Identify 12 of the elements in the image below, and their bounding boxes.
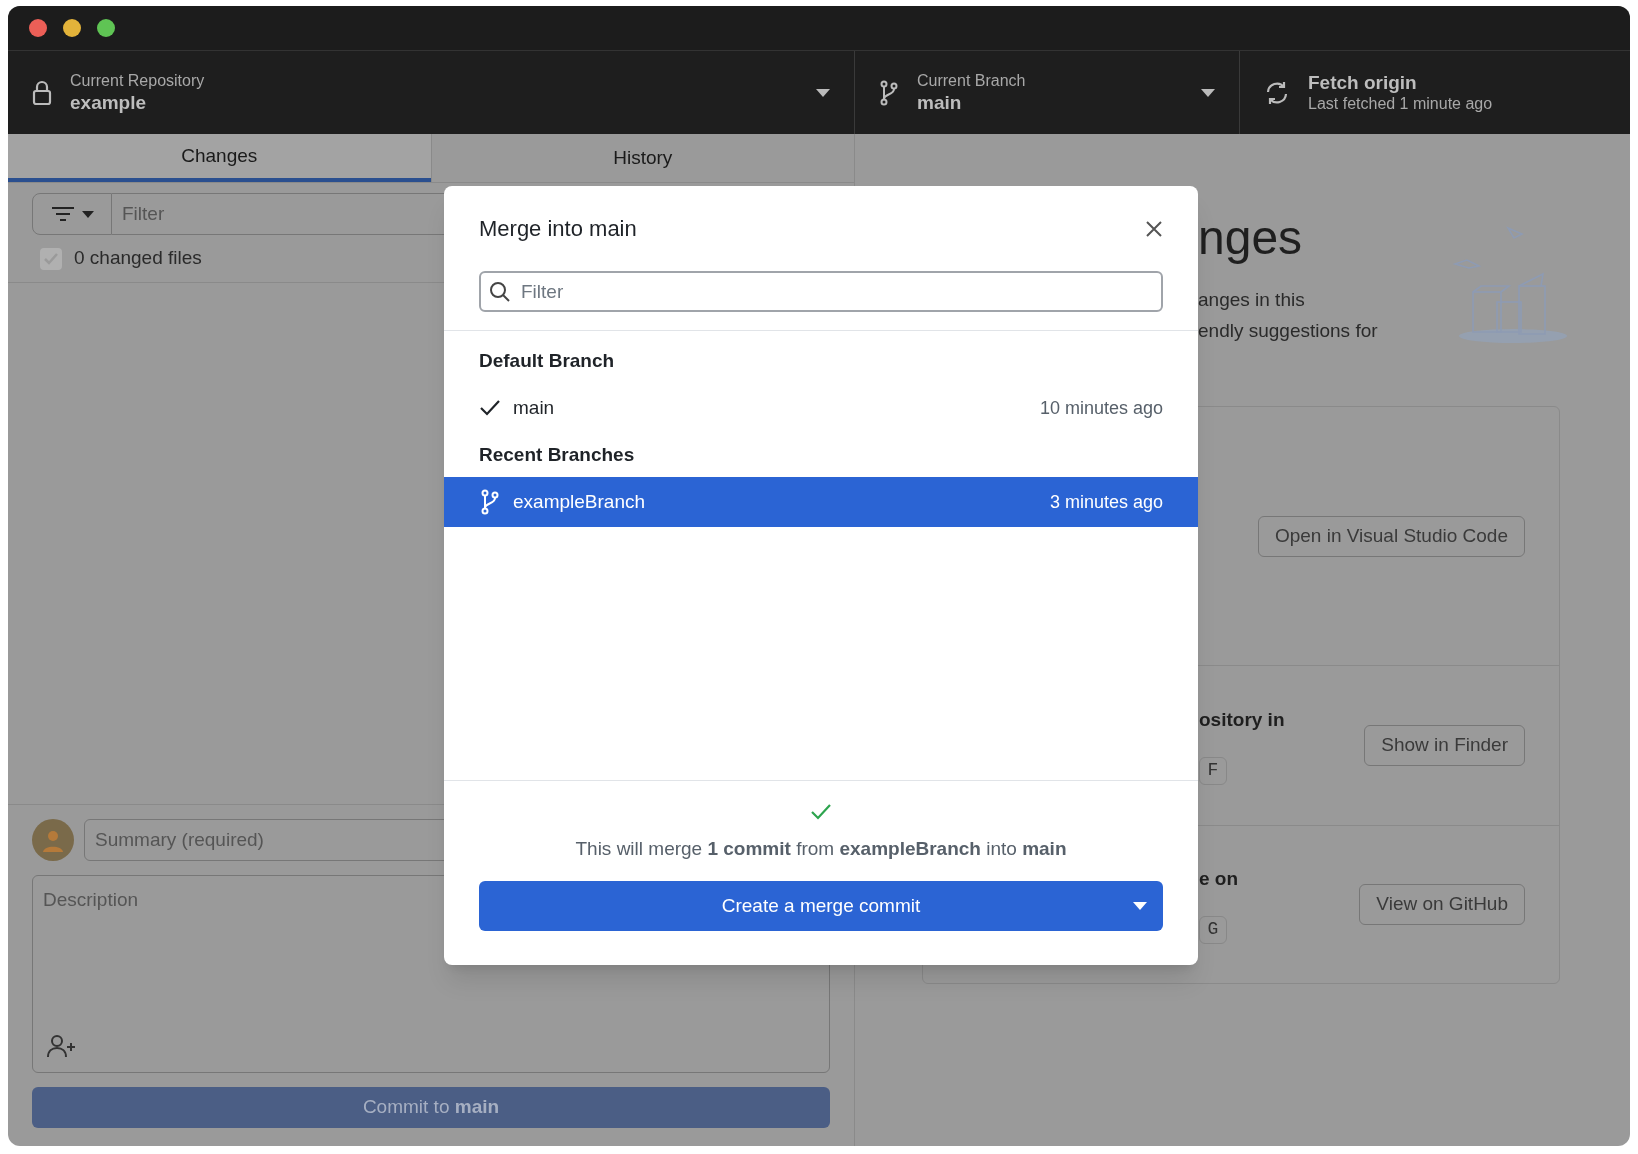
action-title: ository in: [1199, 708, 1285, 733]
action-title: e on: [1199, 867, 1239, 892]
merge-summary: This will merge 1 commit from exampleBranch into main: [575, 836, 1067, 861]
section-heading: Recent Branches: [478, 442, 636, 467]
keycap: G: [1199, 915, 1227, 944]
dialog-title: Merge into main: [479, 215, 637, 243]
keycap: F: [1199, 756, 1227, 785]
text-line: anges in this: [1198, 288, 1306, 312]
heading: nges: [1198, 214, 1304, 262]
section-heading: Default Branch: [478, 348, 616, 373]
changed-files-label: 0 changed files: [74, 246, 202, 271]
text-line: endly suggestions for: [1198, 319, 1379, 343]
